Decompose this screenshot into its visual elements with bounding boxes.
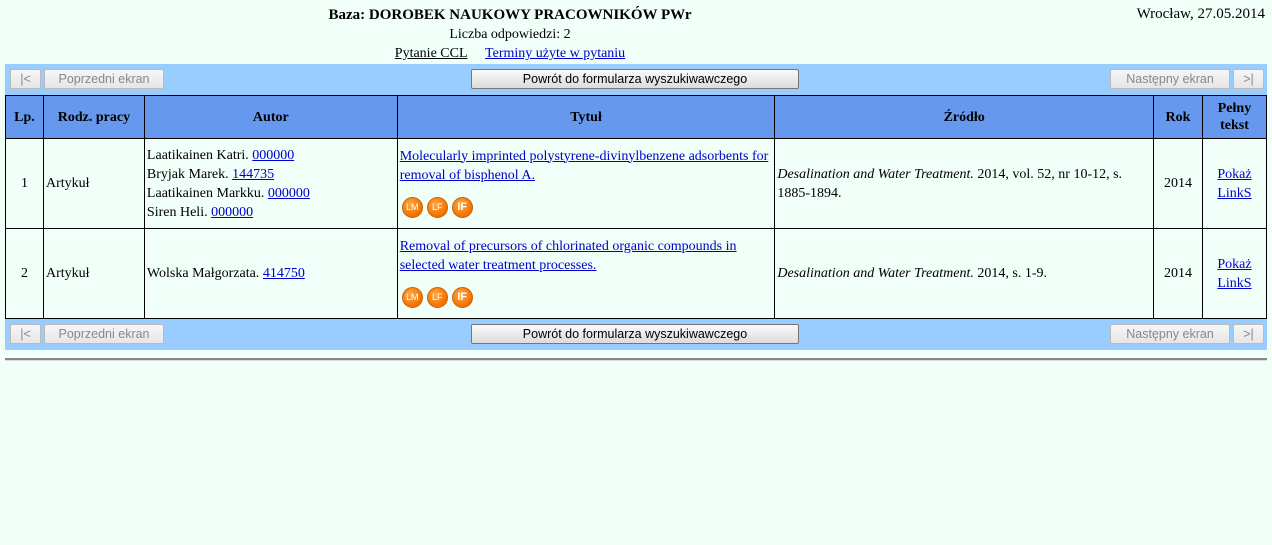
- col-header-source: Źródło: [774, 95, 1154, 139]
- lm-icon[interactable]: LM: [401, 196, 423, 218]
- author-name: Laatikainen Markku.: [146, 185, 265, 201]
- author-entry: Bryjak Marek. 144735: [147, 165, 395, 184]
- row-source: Desalination and Water Treatment. 2014, …: [774, 228, 1154, 319]
- links-link[interactable]: LinkS: [1217, 276, 1251, 291]
- record-title-link[interactable]: Removal of precursors of chlorinated org…: [400, 239, 737, 273]
- source-details: 2014, s. 1-9.: [973, 266, 1048, 281]
- if-icon[interactable]: IF: [451, 286, 473, 308]
- back-to-search-form-button[interactable]: Powrót do formularza wyszukiwawczego: [471, 69, 799, 89]
- author-name: Siren Heli.: [146, 204, 208, 220]
- header-center: Baza: DOROBEK NAUKOWY PRACOWNIKÓW PWr Li…: [0, 6, 1020, 63]
- row-authors: Laatikainen Katri. 000000 Bryjak Marek. …: [143, 138, 398, 229]
- lf-icon[interactable]: LF: [426, 196, 448, 218]
- back-to-search-form-button[interactable]: Powrót do formularza wyszukiwawczego: [471, 324, 799, 344]
- row-authors: Wolska Małgorzata. 414750: [143, 228, 398, 319]
- lm-icon[interactable]: LM: [401, 286, 423, 308]
- author-id-link[interactable]: 000000: [268, 186, 310, 201]
- show-link[interactable]: Pokaż: [1217, 167, 1251, 182]
- source-journal: Desalination and Water Treatment.: [777, 266, 974, 281]
- source-journal: Desalination and Water Treatment.: [777, 166, 974, 182]
- col-header-fulltext: Pełny tekst: [1201, 95, 1268, 139]
- author-entry: Laatikainen Katri. 000000: [147, 146, 395, 165]
- author-entry: Wolska Małgorzata. 414750: [147, 264, 395, 283]
- links-link[interactable]: LinkS: [1217, 186, 1251, 201]
- row-year: 2014: [1153, 228, 1203, 319]
- page-header: Baza: DOROBEK NAUKOWY PRACOWNIKÓW PWr Li…: [0, 0, 1272, 64]
- record-title-link[interactable]: Molecularly imprinted polystyrene-diviny…: [400, 149, 769, 183]
- author-id-link[interactable]: 000000: [211, 205, 253, 220]
- table-row: 1 Artykuł Laatikainen Katri. 000000 Bryj…: [5, 138, 1268, 229]
- last-screen-button[interactable]: >|: [1233, 69, 1264, 89]
- result-count: Liczba odpowiedzi: 2: [449, 27, 571, 42]
- author-id-link[interactable]: 414750: [263, 266, 305, 281]
- col-header-author: Autor: [143, 95, 398, 139]
- metric-icons: LM LF IF: [400, 196, 773, 219]
- show-link[interactable]: Pokaż: [1217, 257, 1251, 272]
- last-screen-button[interactable]: >|: [1233, 324, 1264, 344]
- row-year: 2014: [1153, 138, 1203, 229]
- first-screen-button[interactable]: |<: [10, 69, 41, 89]
- metric-icons: LM LF IF: [400, 286, 773, 309]
- row-type: Artykuł: [42, 138, 145, 229]
- header-date: Wrocław, 27.05.2014: [1136, 6, 1265, 22]
- bottom-divider: [5, 358, 1267, 361]
- col-header-type: Rodz. pracy: [42, 95, 145, 139]
- row-title-cell: Molecularly imprinted polystyrene-diviny…: [396, 138, 776, 229]
- table-header-row: Lp. Rodz. pracy Autor Tytuł Źródło Rok P…: [5, 95, 1268, 139]
- table-row: 2 Artykuł Wolska Małgorzata. 414750 Remo…: [5, 228, 1268, 319]
- row-number: 1: [5, 138, 44, 229]
- next-screen-button[interactable]: Następny ekran: [1110, 69, 1230, 89]
- first-screen-button[interactable]: |<: [10, 324, 41, 344]
- author-id-link[interactable]: 144735: [232, 167, 274, 182]
- col-header-lp: Lp.: [5, 95, 44, 139]
- row-type: Artykuł: [42, 228, 145, 319]
- col-header-title: Tytuł: [396, 95, 776, 139]
- row-source: Desalination and Water Treatment. 2014, …: [774, 138, 1154, 229]
- nav-bar-bottom: |< Poprzedni ekran Powrót do formularza …: [5, 319, 1267, 350]
- col-header-year: Rok: [1153, 95, 1203, 139]
- row-title-cell: Removal of precursors of chlorinated org…: [396, 228, 776, 319]
- terms-used-link[interactable]: Terminy użyte w pytaniu: [485, 46, 625, 61]
- results-table: Lp. Rodz. pracy Autor Tytuł Źródło Rok P…: [5, 95, 1268, 319]
- previous-screen-button[interactable]: Poprzedni ekran: [44, 69, 164, 89]
- nav-bar-top: |< Poprzedni ekran Powrót do formularza …: [5, 64, 1267, 95]
- row-fulltext: Pokaż LinkS: [1201, 228, 1268, 319]
- author-entry: Siren Heli. 000000: [147, 203, 395, 222]
- lf-icon[interactable]: LF: [426, 286, 448, 308]
- author-id-link[interactable]: 000000: [252, 148, 294, 163]
- row-number: 2: [5, 228, 44, 319]
- author-name: Bryjak Marek.: [146, 166, 229, 182]
- header-links: Pytanie CCL Terminy użyte w pytaniu: [0, 44, 1020, 63]
- previous-screen-button[interactable]: Poprzedni ekran: [44, 324, 164, 344]
- author-name: Laatikainen Katri.: [146, 147, 249, 163]
- next-screen-button[interactable]: Następny ekran: [1110, 324, 1230, 344]
- page-title: Baza: DOROBEK NAUKOWY PRACOWNIKÓW PWr: [328, 7, 692, 23]
- row-fulltext: Pokaż LinkS: [1201, 138, 1268, 229]
- ccl-query-link[interactable]: Pytanie CCL: [395, 46, 468, 61]
- author-name: Wolska Małgorzata.: [146, 266, 260, 281]
- author-entry: Laatikainen Markku. 000000: [147, 184, 395, 203]
- if-icon[interactable]: IF: [451, 196, 473, 218]
